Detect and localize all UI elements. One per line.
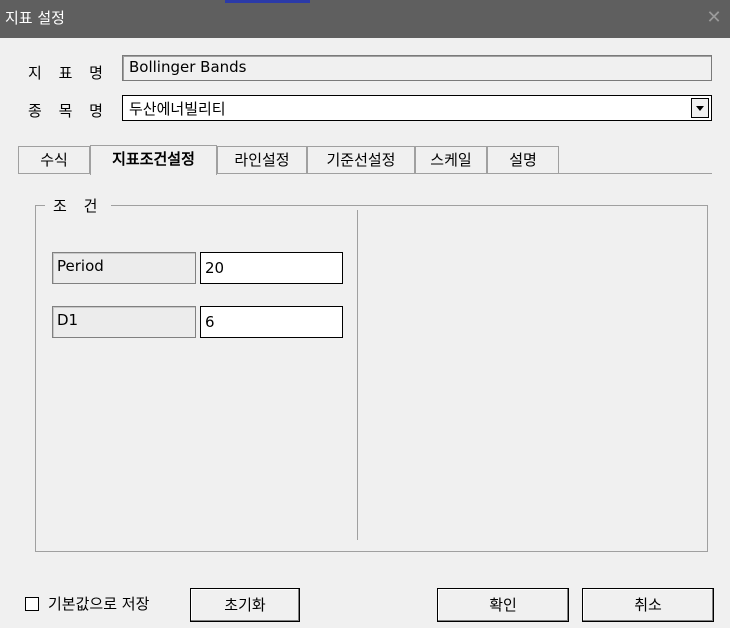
window-title: 지표 설정 [5,9,65,27]
save-default-checkbox[interactable] [25,597,39,611]
param-label-d1: D1 [52,306,196,338]
conditions-group-title: 조 건 [45,195,112,216]
tab-formula[interactable]: 수식 [18,146,90,174]
stock-name-value: 두산에너빌리티 [129,100,226,118]
tab-indicator-conditions[interactable]: 지표조건설정 [90,145,217,175]
tab-scale[interactable]: 스케일 [415,146,487,174]
reset-button[interactable]: 초기화 [190,588,300,622]
param-input-period[interactable] [200,252,343,284]
title-accent [225,0,310,3]
param-label-period: Period [52,252,196,284]
tab-description[interactable]: 설명 [487,146,559,174]
tab-baseline-settings[interactable]: 기준선설정 [307,146,415,174]
conditions-divider [357,210,358,540]
ok-button[interactable]: 확인 [437,588,569,622]
save-default-label[interactable]: 기본값으로 저장 [48,593,149,614]
stock-name-label: 종 목 명 [28,102,109,120]
indicator-name-label: 지 표 명 [28,64,109,82]
tab-line-settings[interactable]: 라인설정 [217,146,307,174]
stock-name-select[interactable]: 두산에너빌리티 [122,95,712,121]
param-input-d1[interactable] [200,306,343,338]
indicator-name-field: Bollinger Bands [122,55,712,81]
cancel-button[interactable]: 취소 [582,588,714,622]
chevron-down-icon[interactable] [691,98,709,118]
title-bar: 지표 설정 ✕ [0,0,730,38]
close-icon[interactable]: ✕ [704,8,724,28]
